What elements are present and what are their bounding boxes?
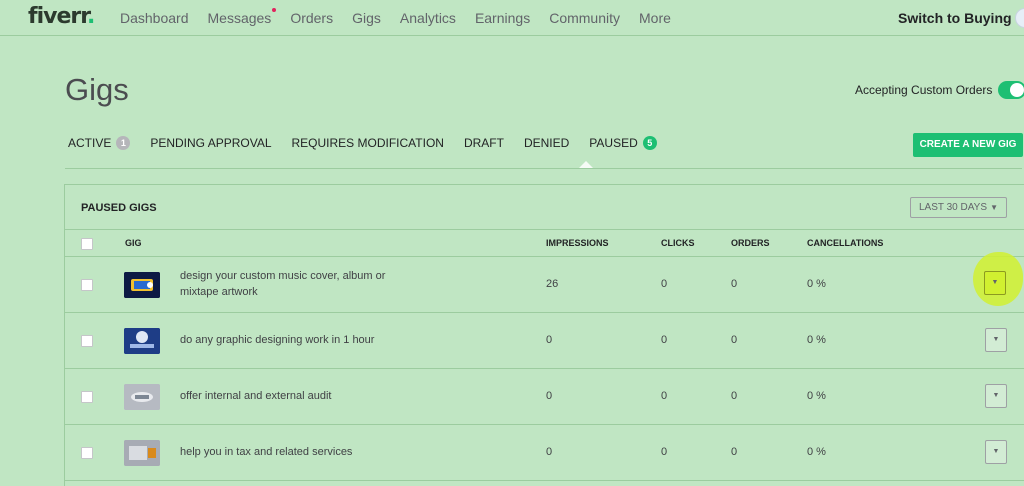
tab-pending-label: PENDING APPROVAL [150,136,272,150]
gig-title-link[interactable]: design your custom music cover, album or… [180,268,410,300]
table-row: design your custom music cover, album or… [65,257,1024,313]
row-actions-dropdown[interactable]: ▼ [985,328,1007,352]
clicks-value: 0 [661,446,668,458]
impressions-value: 26 [546,278,559,290]
impressions-value: 0 [546,390,553,402]
cancellations-value: 0 % [807,446,826,458]
chevron-down-icon: ▼ [992,448,1000,455]
gig-thumbnail[interactable] [124,272,160,298]
chevron-down-icon: ▼ [991,279,999,286]
gig-thumbnail[interactable] [124,440,160,466]
nav-items: Dashboard Messages Orders Gigs Analytics… [120,8,690,26]
tab-paused-count: 5 [642,136,657,150]
row-actions-dropdown[interactable]: ▼ [985,440,1007,464]
col-gig: GIG [125,238,142,248]
chevron-down-icon: ▼ [992,336,1000,343]
date-range-value: LAST 30 DAYS [919,202,987,213]
row-actions-dropdown[interactable]: ▼ [985,384,1007,408]
clicks-value: 0 [661,278,668,290]
panel-header: PAUSED GIGS LAST 30 DAYS ▼ [65,185,1024,230]
table-row: offer internal and external audit 0 0 0 … [65,369,1024,425]
cancellations-value: 0 % [807,390,826,402]
row-checkbox[interactable] [81,279,93,291]
col-cancellations: CANCELLATIONS [807,238,884,248]
tab-denied-label: DENIED [523,136,570,150]
row-checkbox[interactable] [81,391,93,403]
select-all-checkbox[interactable] [81,238,93,250]
tab-draft[interactable]: DRAFT [464,136,504,150]
create-new-gig-button[interactable]: CREATE A NEW GIG [913,133,1023,157]
custom-orders-label: Accepting Custom Orders [855,83,993,97]
tab-requires-label: REQUIRES MODIFICATION [291,136,444,150]
gig-thumbnail[interactable] [124,384,160,410]
switch-to-buying-link[interactable]: Switch to Buying [898,10,1012,26]
cancellations-value: 0 % [807,334,826,346]
tab-active-count: 1 [116,136,131,150]
unread-dot [272,8,277,12]
chevron-down-icon: ▼ [992,392,1000,399]
orders-value: 0 [731,390,738,402]
nav-community[interactable]: Community [549,10,620,26]
tab-paused[interactable]: PAUSED 5 [589,136,657,150]
row-actions-dropdown[interactable]: ▼ [984,271,1006,295]
nav-dashboard[interactable]: Dashboard [120,10,189,26]
orders-value: 0 [731,334,738,346]
table-header: GIG IMPRESSIONS CLICKS ORDERS CANCELLATI… [65,231,1024,257]
nav-earnings[interactable]: Earnings [475,10,530,26]
col-impressions: IMPRESSIONS [546,238,609,248]
nav-more[interactable]: More [639,10,671,26]
cancellations-value: 0 % [807,278,826,290]
gig-title-link[interactable]: help you in tax and related services [180,444,410,460]
top-nav: fiverr. Dashboard Messages Orders Gigs A… [0,0,1024,36]
impressions-value: 0 [546,446,553,458]
tab-active-label: ACTIVE [68,136,112,150]
gig-title-link[interactable]: offer internal and external audit [180,388,410,404]
fiverr-logo[interactable]: fiverr. [28,4,95,29]
tab-draft-label: DRAFT [463,136,504,150]
table-row: do any graphic designing work in 1 hour … [65,313,1024,369]
row-checkbox[interactable] [81,335,93,347]
gig-title-link[interactable]: do any graphic designing work in 1 hour [180,332,410,348]
gig-status-tabs: ACTIVE 1 PENDING APPROVAL REQUIRES MODIFI… [68,136,677,150]
col-orders: ORDERS [731,238,770,248]
panel-title: PAUSED GIGS [81,202,157,214]
col-clicks: CLICKS [661,238,695,248]
row-checkbox[interactable] [81,447,93,459]
custom-orders-toggle[interactable] [998,81,1024,99]
clicks-value: 0 [661,334,668,346]
nav-gigs[interactable]: Gigs [352,10,381,26]
tab-denied[interactable]: DENIED [524,136,569,150]
nav-messages-label: Messages [207,10,272,26]
orders-value: 0 [731,278,738,290]
tabs-divider [65,168,1022,169]
orders-value: 0 [731,446,738,458]
tab-pending-approval[interactable]: PENDING APPROVAL [150,136,271,150]
avatar[interactable] [1015,8,1024,28]
table-row: help you in tax and related services 0 0… [65,425,1024,481]
tab-active[interactable]: ACTIVE 1 [68,136,131,150]
toggle-knob [1010,83,1024,97]
paused-gigs-panel: PAUSED GIGS LAST 30 DAYS ▼ GIG IMPRESSION… [64,184,1024,486]
tab-paused-label: PAUSED [589,136,638,150]
active-tab-caret [579,161,593,168]
chevron-down-icon: ▼ [990,203,998,212]
page-title: Gigs [65,72,129,107]
date-range-select[interactable]: LAST 30 DAYS ▼ [910,197,1007,218]
nav-orders[interactable]: Orders [290,10,333,26]
nav-analytics[interactable]: Analytics [400,10,456,26]
gig-thumbnail[interactable] [124,328,160,354]
impressions-value: 0 [546,334,553,346]
tab-requires-modification[interactable]: REQUIRES MODIFICATION [292,136,444,150]
clicks-value: 0 [661,390,668,402]
nav-messages[interactable]: Messages [207,8,277,26]
